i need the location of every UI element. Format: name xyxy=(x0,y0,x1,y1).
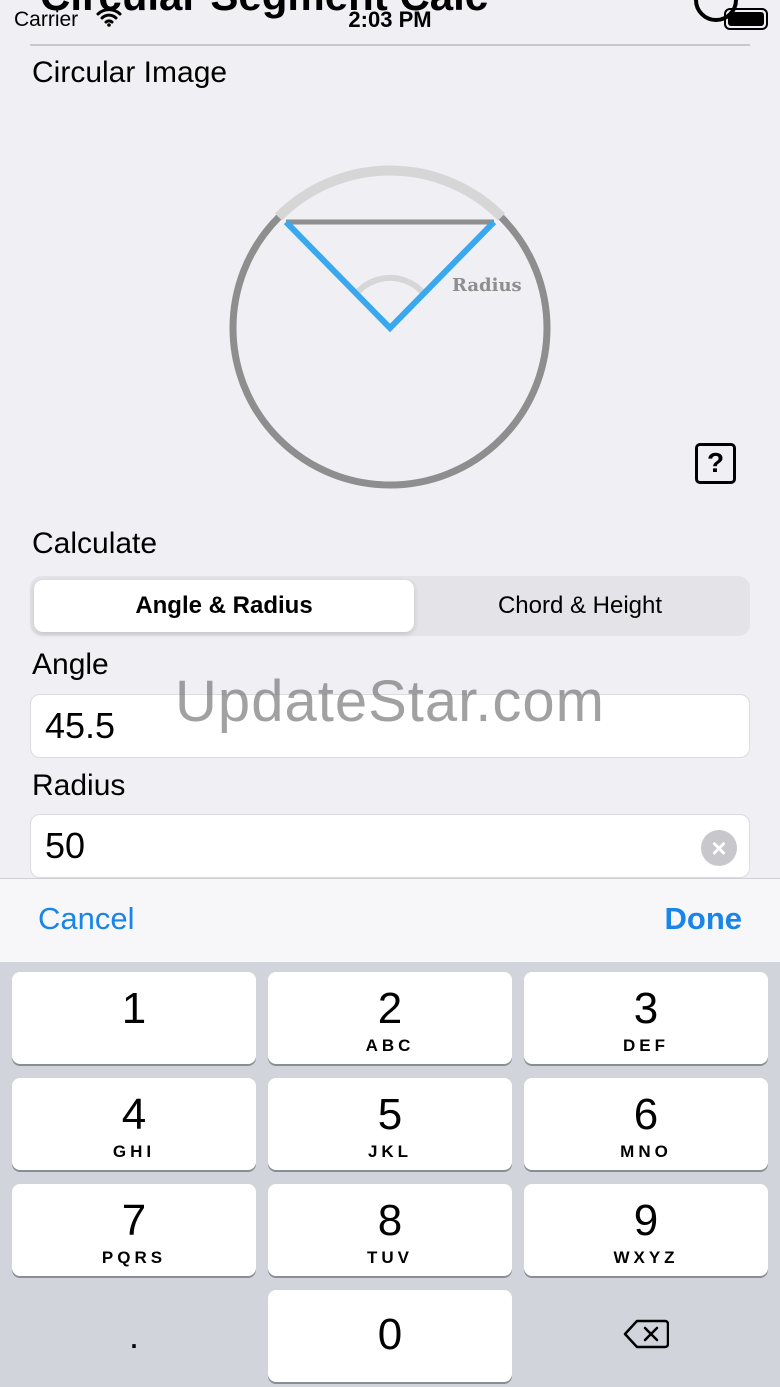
done-button[interactable]: Done xyxy=(665,901,743,937)
key-2[interactable]: 2 ABC xyxy=(268,972,512,1064)
key-digit: 6 xyxy=(633,1090,659,1139)
backspace-icon xyxy=(623,1318,670,1355)
key-digit: 8 xyxy=(377,1196,403,1245)
angle-input[interactable]: 45.5 xyxy=(30,694,750,758)
key-letters: JKL xyxy=(367,1142,413,1161)
key-letters: ABC xyxy=(365,1036,415,1055)
segment-arc xyxy=(274,165,506,221)
key-digit: 5 xyxy=(377,1090,403,1139)
keyboard-toolbar: Cancel Done xyxy=(0,878,780,962)
key-digit: 3 xyxy=(633,984,659,1033)
key-decimal[interactable]: . xyxy=(12,1290,256,1382)
segment-chord-height[interactable]: Chord & Height xyxy=(414,580,746,632)
key-4[interactable]: 4 GHI xyxy=(12,1078,256,1170)
cancel-button[interactable]: Cancel xyxy=(38,901,135,937)
key-8[interactable]: 8 TUV xyxy=(268,1184,512,1276)
angle-label: Angle xyxy=(32,648,109,681)
circular-segment-diagram: Radius xyxy=(220,160,560,500)
calculate-label: Calculate xyxy=(32,527,158,560)
key-letters: DEF xyxy=(623,1036,669,1055)
radius-input[interactable]: 50 × xyxy=(30,814,750,878)
key-digit: 1 xyxy=(121,984,147,1033)
key-digit: 4 xyxy=(121,1090,147,1139)
key-letters: TUV xyxy=(367,1248,413,1267)
circular-image-label: Circular Image xyxy=(32,56,228,89)
radius-value: 50 xyxy=(45,825,86,866)
angle-arc xyxy=(353,275,427,296)
key-letters: PQRS xyxy=(101,1248,167,1267)
header-divider xyxy=(30,44,750,46)
key-0[interactable]: 0 xyxy=(268,1290,512,1382)
key-digit: 0 xyxy=(377,1310,403,1359)
key-letters: MNO xyxy=(620,1142,672,1161)
key-5[interactable]: 5 JKL xyxy=(268,1078,512,1170)
key-7[interactable]: 7 PQRS xyxy=(12,1184,256,1276)
segment-angle-radius[interactable]: Angle & Radius xyxy=(34,580,414,632)
diagram-radius-label: Radius xyxy=(452,275,522,296)
key-1[interactable]: 1 xyxy=(12,972,256,1064)
calculate-mode-control[interactable]: Angle & Radius Chord & Height xyxy=(30,576,750,636)
key-digit: 2 xyxy=(377,984,403,1033)
battery-icon xyxy=(724,8,768,30)
key-3[interactable]: 3 DEF xyxy=(524,972,768,1064)
key-letters: WXYZ xyxy=(613,1248,679,1267)
numeric-keypad: 1 2 ABC 3 DEF 4 GHI 5 JKL 6 MNO 7 PQRS 8… xyxy=(0,962,780,1387)
status-bar: Carrier 2:03 PM xyxy=(0,0,780,40)
key-letters: GHI xyxy=(112,1142,156,1161)
clear-icon[interactable]: × xyxy=(701,830,737,866)
key-6[interactable]: 6 MNO xyxy=(524,1078,768,1170)
status-time: 2:03 PM xyxy=(348,7,432,32)
radius-label: Radius xyxy=(32,769,126,802)
key-9[interactable]: 9 WXYZ xyxy=(524,1184,768,1276)
help-button[interactable]: ? xyxy=(695,443,736,484)
key-digit: 9 xyxy=(633,1196,659,1245)
angle-value: 45.5 xyxy=(45,705,116,746)
key-digit: 7 xyxy=(121,1196,147,1245)
backspace-key[interactable] xyxy=(524,1290,768,1382)
